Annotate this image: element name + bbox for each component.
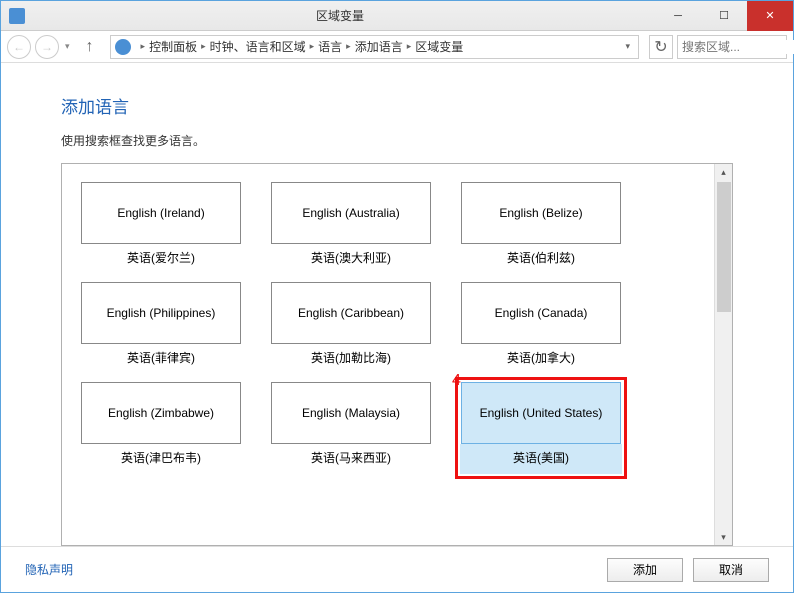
language-item[interactable]: English (Zimbabwe)英语(津巴布韦) xyxy=(80,382,242,474)
app-icon xyxy=(9,8,25,24)
search-input[interactable] xyxy=(682,40,794,54)
content-area: 添加语言 使用搜索框查找更多语言。 4 English (Ireland)英语(… xyxy=(1,63,793,546)
scroll-thumb[interactable] xyxy=(717,182,731,312)
language-item[interactable]: English (Caribbean)英语(加勒比海) xyxy=(270,282,432,374)
navbar: ← → ▾ ↑ ▸ 控制面板 ▸ 时钟、语言和区域 ▸ 语言 ▸ 添加语言 ▸ … xyxy=(1,31,793,63)
scroll-down-icon[interactable]: ▾ xyxy=(716,529,732,545)
breadcrumb-item[interactable]: 添加语言 xyxy=(355,38,403,55)
language-item[interactable]: English (Malaysia)英语(马来西亚) xyxy=(270,382,432,474)
language-local-label: 英语(爱尔兰) xyxy=(127,244,195,274)
annotation-marker: 4 xyxy=(452,372,461,390)
language-box[interactable]: English (Caribbean) xyxy=(271,282,431,344)
minimize-button[interactable]: ─ xyxy=(655,1,701,31)
privacy-link[interactable]: 隐私声明 xyxy=(25,561,73,578)
breadcrumb-item[interactable]: 区域变量 xyxy=(415,38,463,55)
refresh-button[interactable]: ↻ xyxy=(649,35,673,59)
bottom-bar: 隐私声明 添加 取消 xyxy=(1,546,793,592)
language-local-label: 英语(加勒比海) xyxy=(311,344,391,374)
breadcrumb-item[interactable]: 时钟、语言和区域 xyxy=(210,38,306,55)
breadcrumb-item[interactable]: 控制面板 xyxy=(149,38,197,55)
language-box[interactable]: English (Philippines) xyxy=(81,282,241,344)
language-local-label: 英语(菲律宾) xyxy=(127,344,195,374)
window-controls: ─ ☐ ✕ xyxy=(655,1,793,31)
maximize-button[interactable]: ☐ xyxy=(701,1,747,31)
language-local-label: 英语(津巴布韦) xyxy=(121,444,201,474)
language-item[interactable]: English (United States)英语(美国) xyxy=(460,382,622,474)
breadcrumb-item[interactable]: 语言 xyxy=(318,38,342,55)
language-local-label: 英语(美国) xyxy=(460,444,622,474)
language-box[interactable]: English (Canada) xyxy=(461,282,621,344)
language-box[interactable]: English (Malaysia) xyxy=(271,382,431,444)
back-button[interactable]: ← xyxy=(7,35,31,59)
language-box[interactable]: English (United States) xyxy=(461,382,621,444)
forward-button[interactable]: → xyxy=(35,35,59,59)
chevron-right-icon: ▸ xyxy=(201,41,206,52)
language-local-label: 英语(澳大利亚) xyxy=(311,244,391,274)
page-title: 添加语言 xyxy=(61,93,733,118)
titlebar: 区域变量 ─ ☐ ✕ xyxy=(1,1,793,31)
chevron-right-icon: ▸ xyxy=(141,41,146,52)
language-item[interactable]: English (Australia)英语(澳大利亚) xyxy=(270,182,432,274)
add-button[interactable]: 添加 xyxy=(607,558,683,582)
chevron-right-icon: ▸ xyxy=(310,41,315,52)
language-item[interactable]: English (Ireland)英语(爱尔兰) xyxy=(80,182,242,274)
scrollbar[interactable]: ▴ ▾ xyxy=(714,164,732,545)
close-button[interactable]: ✕ xyxy=(747,1,793,31)
page-subtitle: 使用搜索框查找更多语言。 xyxy=(61,132,733,149)
language-local-label: 英语(马来西亚) xyxy=(311,444,391,474)
language-local-label: 英语(伯利兹) xyxy=(507,244,575,274)
language-item[interactable]: English (Belize)英语(伯利兹) xyxy=(460,182,622,274)
chevron-right-icon: ▸ xyxy=(407,41,412,52)
language-item[interactable]: English (Canada)英语(加拿大) xyxy=(460,282,622,374)
cancel-button[interactable]: 取消 xyxy=(693,558,769,582)
language-box[interactable]: English (Australia) xyxy=(271,182,431,244)
language-box[interactable]: English (Zimbabwe) xyxy=(81,382,241,444)
up-button[interactable]: ↑ xyxy=(80,37,100,57)
chevron-right-icon: ▸ xyxy=(346,41,351,52)
search-box[interactable]: 🔍 xyxy=(677,35,787,59)
scroll-up-icon[interactable]: ▴ xyxy=(716,164,732,180)
language-local-label: 英语(加拿大) xyxy=(507,344,575,374)
breadcrumb[interactable]: ▸ 控制面板 ▸ 时钟、语言和区域 ▸ 语言 ▸ 添加语言 ▸ 区域变量 ▾ xyxy=(110,35,639,59)
chevron-down-icon[interactable]: ▾ xyxy=(621,41,634,52)
history-dropdown-icon[interactable]: ▾ xyxy=(65,41,70,52)
language-panel: 4 English (Ireland)英语(爱尔兰) English (Austr… xyxy=(61,163,733,546)
language-item[interactable]: English (Philippines)英语(菲律宾) xyxy=(80,282,242,374)
language-box[interactable]: English (Belize) xyxy=(461,182,621,244)
window-title: 区域变量 xyxy=(25,7,655,24)
language-grid: 4 English (Ireland)英语(爱尔兰) English (Austr… xyxy=(62,164,714,545)
control-panel-icon xyxy=(115,39,131,55)
language-box[interactable]: English (Ireland) xyxy=(81,182,241,244)
